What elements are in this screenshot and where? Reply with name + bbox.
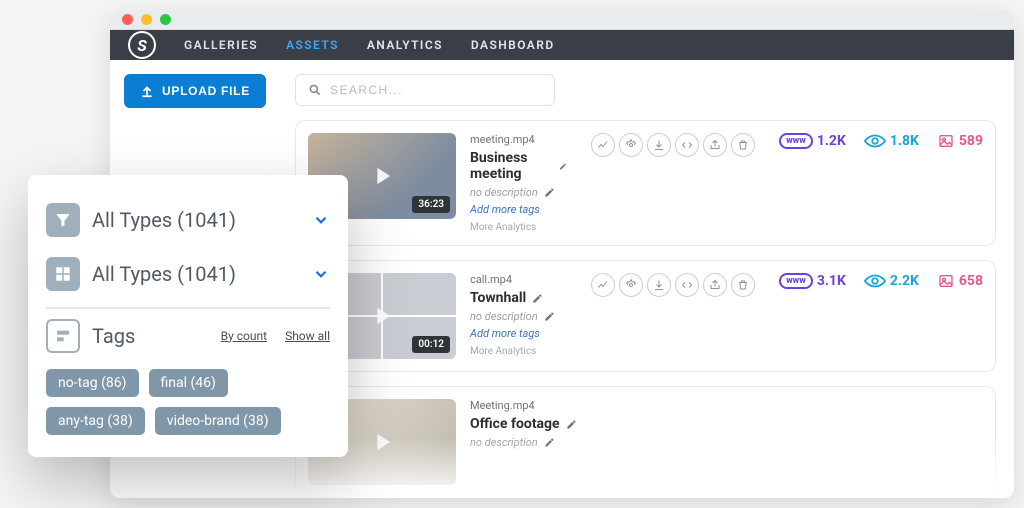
add-tags-link[interactable]: Add more tags	[470, 327, 567, 340]
download-icon[interactable]	[647, 133, 671, 157]
upload-label: UPLOAD FILE	[162, 84, 250, 98]
asset-meta: meeting.mp4 Business meeting no descript…	[470, 133, 567, 233]
by-count-link[interactable]: By count	[221, 329, 267, 343]
asset-actions	[591, 133, 755, 157]
tag-chip[interactable]: no-tag (86)	[46, 369, 139, 397]
analytics-icon[interactable]	[591, 273, 615, 297]
filter-row-type-1[interactable]: All Types (1041)	[46, 193, 330, 247]
grid-icon	[46, 257, 80, 291]
play-icon	[368, 302, 396, 330]
pencil-icon[interactable]	[532, 293, 543, 304]
nav-galleries[interactable]: GALLERIES	[184, 38, 258, 52]
funnel-icon	[46, 203, 80, 237]
download-icon[interactable]	[647, 273, 671, 297]
pencil-icon[interactable]	[559, 161, 567, 172]
asset-stats: www 1.2K 1.8K 589	[779, 133, 983, 149]
trash-icon[interactable]	[731, 133, 755, 157]
stat-image: 658	[937, 273, 983, 289]
asset-card: 36:23 meeting.mp4 Business meeting no de…	[295, 120, 996, 246]
pencil-icon[interactable]	[544, 311, 555, 322]
trash-icon[interactable]	[731, 273, 755, 297]
more-analytics-link[interactable]: More Analytics	[470, 346, 567, 357]
image-icon	[937, 273, 955, 289]
filter-label: All Types (1041)	[92, 208, 300, 232]
asset-filename: call.mp4	[470, 273, 567, 286]
www-icon: www	[779, 273, 813, 289]
eye-icon	[864, 134, 886, 148]
chevron-down-icon[interactable]	[312, 265, 330, 283]
asset-meta: call.mp4 Townhall no description Add mor…	[470, 273, 567, 357]
duration-badge: 36:23	[412, 196, 450, 213]
search-icon	[308, 83, 322, 97]
search-bar[interactable]	[295, 74, 555, 106]
play-icon	[368, 162, 396, 190]
asset-title: Business meeting	[470, 150, 553, 182]
eye-icon	[864, 274, 886, 288]
asset-description: no description	[470, 310, 538, 323]
share-icon[interactable]	[703, 273, 727, 297]
minimize-dot[interactable]	[141, 14, 152, 25]
asset-card: 00:12 call.mp4 Townhall no description A…	[295, 260, 996, 372]
asset-stats: www 3.1K 2.2K 658	[779, 273, 983, 289]
tag-chip[interactable]: video-brand (38)	[155, 407, 281, 435]
stat-views: 1.8K	[864, 133, 919, 149]
show-all-link[interactable]: Show all	[285, 329, 330, 343]
nav-assets[interactable]: ASSETS	[286, 38, 339, 52]
tag-chip[interactable]: final (46)	[149, 369, 228, 397]
nav-dashboard[interactable]: DASHBOARD	[471, 38, 555, 52]
asset-filename: meeting.mp4	[470, 133, 567, 146]
tags-heading-row: Tags By count Show all	[46, 319, 330, 363]
pencil-icon[interactable]	[544, 437, 555, 448]
www-icon: www	[779, 133, 813, 149]
close-dot[interactable]	[122, 14, 133, 25]
gear-icon[interactable]	[619, 133, 643, 157]
gear-icon[interactable]	[619, 273, 643, 297]
share-icon[interactable]	[703, 133, 727, 157]
filter-row-type-2[interactable]: All Types (1041)	[46, 247, 330, 301]
asset-description: no description	[470, 436, 538, 449]
search-input[interactable]	[330, 83, 542, 97]
image-icon	[937, 133, 955, 149]
maximize-dot[interactable]	[160, 14, 171, 25]
nav-analytics[interactable]: ANALYTICS	[367, 38, 443, 52]
asset-actions	[591, 273, 755, 297]
pencil-icon[interactable]	[566, 419, 577, 430]
asset-title: Office footage	[470, 416, 560, 432]
stat-image: 589	[937, 133, 983, 149]
asset-description: no description	[470, 186, 538, 199]
asset-filename: Meeting.mp4	[470, 399, 983, 412]
stat-www: www 3.1K	[779, 273, 846, 289]
app-logo: S	[128, 31, 156, 59]
asset-card: Meeting.mp4 Office footage no descriptio…	[295, 386, 996, 498]
asset-title: Townhall	[470, 290, 526, 306]
asset-meta: Meeting.mp4 Office footage no descriptio…	[470, 399, 983, 449]
upload-file-button[interactable]: UPLOAD FILE	[124, 74, 266, 108]
filter-popover: All Types (1041) All Types (1041) Tags B…	[28, 175, 348, 457]
more-analytics-link[interactable]: More Analytics	[470, 222, 567, 233]
play-icon	[368, 428, 396, 456]
stat-www: www 1.2K	[779, 133, 846, 149]
chevron-down-icon[interactable]	[312, 211, 330, 229]
pencil-icon[interactable]	[544, 187, 555, 198]
upload-icon	[140, 84, 154, 98]
tag-chip[interactable]: any-tag (38)	[46, 407, 145, 435]
filter-label: All Types (1041)	[92, 262, 300, 286]
code-icon[interactable]	[675, 273, 699, 297]
duration-badge: 00:12	[412, 336, 450, 353]
stat-views: 2.2K	[864, 273, 919, 289]
main-column: 36:23 meeting.mp4 Business meeting no de…	[295, 60, 1014, 498]
tags-icon	[46, 319, 80, 353]
code-icon[interactable]	[675, 133, 699, 157]
titlebar	[110, 10, 1014, 30]
analytics-icon[interactable]	[591, 133, 615, 157]
top-nav: S GALLERIES ASSETS ANALYTICS DASHBOARD	[110, 30, 1014, 60]
tags-heading: Tags	[92, 324, 209, 348]
tag-list: no-tag (86) final (46) any-tag (38) vide…	[46, 369, 330, 435]
add-tags-link[interactable]: Add more tags	[470, 203, 567, 216]
popover-separator	[46, 307, 330, 309]
